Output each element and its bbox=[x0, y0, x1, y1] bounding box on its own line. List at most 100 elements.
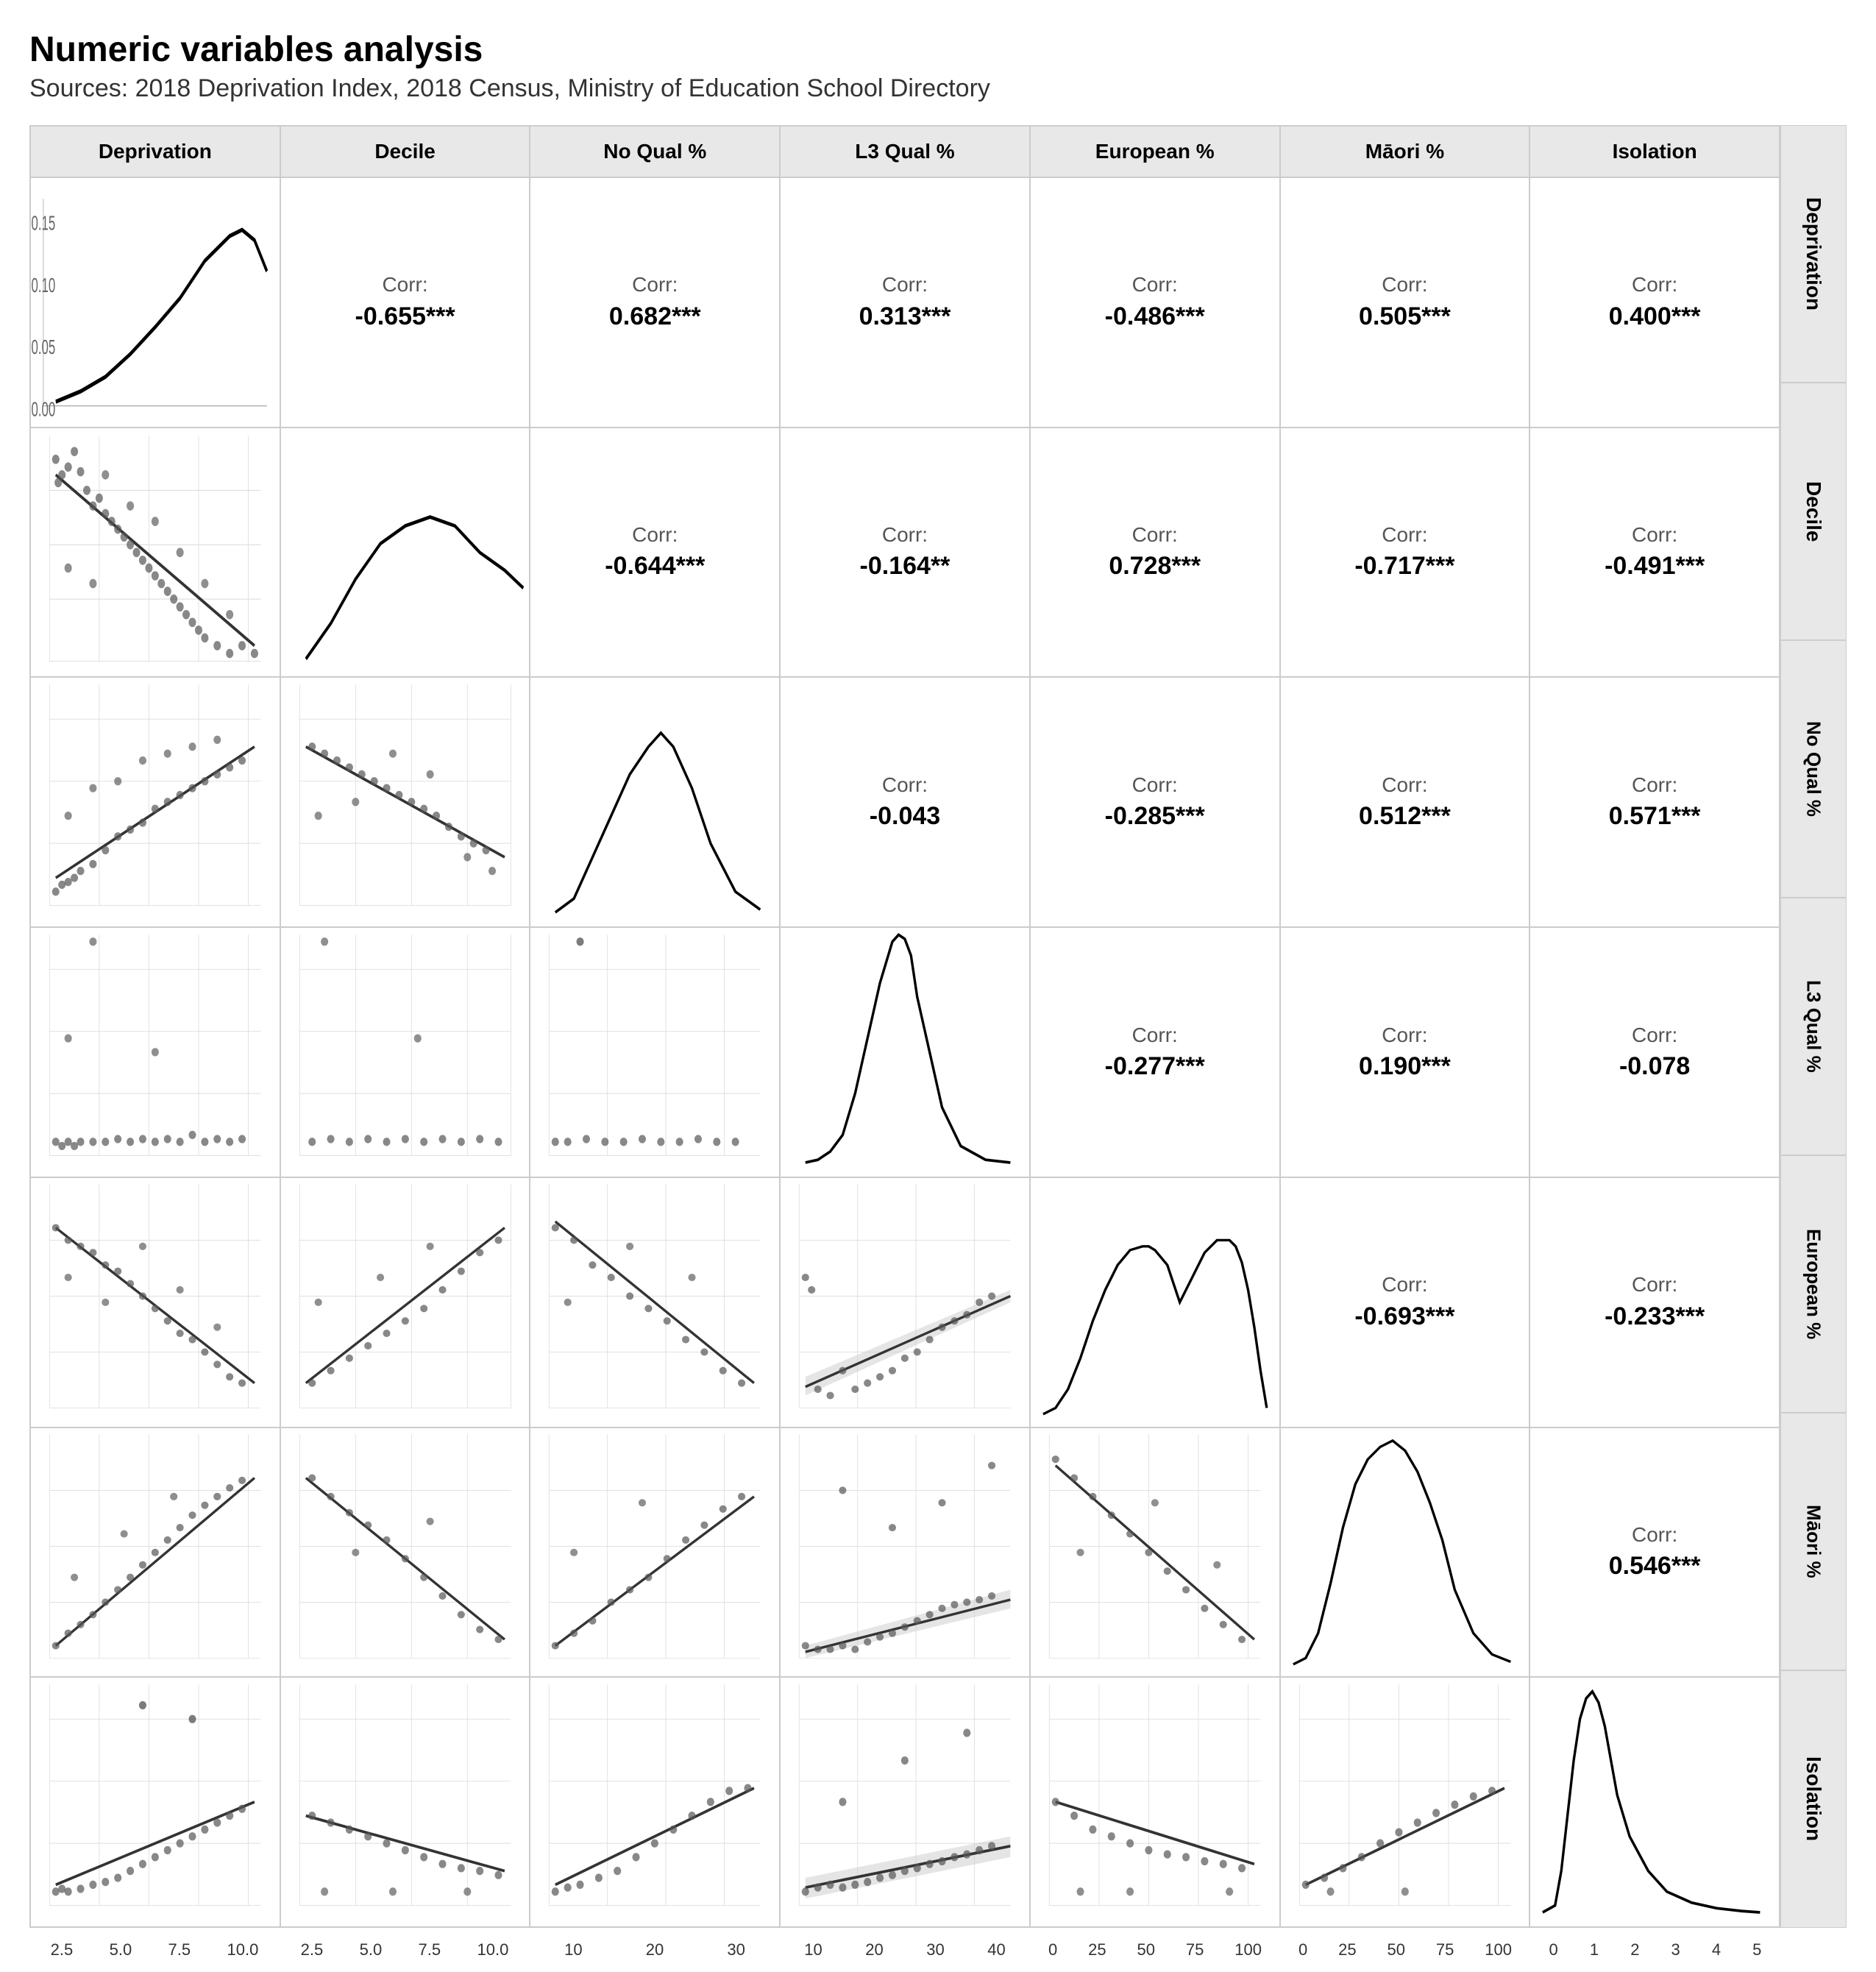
corr-r1c4: Corr: 0.313*** bbox=[859, 270, 951, 334]
row-label-right-6: Isolation bbox=[1780, 1670, 1847, 1928]
corr-r1c5-value: -0.486*** bbox=[1105, 299, 1205, 335]
cell-r2c1 bbox=[30, 428, 280, 678]
cell-r7c2 bbox=[280, 1677, 530, 1927]
x-axis-cell-3: 10 20 30 40 bbox=[780, 1928, 1030, 1972]
cell-r2c5: Corr: 0.728*** bbox=[1030, 428, 1280, 678]
x-axis-cell-5: 0 25 50 75 100 bbox=[1280, 1928, 1530, 1972]
cell-r5c6: Corr: -0.693*** bbox=[1280, 1177, 1530, 1427]
cell-r7c5 bbox=[1030, 1677, 1280, 1927]
page-title: Numeric variables analysis bbox=[29, 29, 1847, 70]
cell-r2c2 bbox=[280, 428, 530, 678]
svg-text:0.05: 0.05 bbox=[31, 336, 55, 359]
cell-r4c4 bbox=[780, 927, 1030, 1177]
corr-r1c7-label: Corr: bbox=[1632, 270, 1677, 299]
corr-r1c4-value: 0.313*** bbox=[859, 299, 951, 335]
col-header-2: No Qual % bbox=[530, 126, 780, 177]
cell-r6c7: Corr: 0.546*** bbox=[1529, 1427, 1780, 1678]
corr-r1c5-label: Corr: bbox=[1132, 270, 1178, 299]
x-axis-cell-6: 0 1 2 3 4 5 bbox=[1530, 1928, 1780, 1972]
x-axis-cell-0: 2.5 5.0 7.5 10.0 bbox=[29, 1928, 280, 1972]
col-header-0: Deprivation bbox=[30, 126, 280, 177]
corr-r1c2: Corr: -0.655*** bbox=[355, 270, 455, 334]
cell-r4c6: Corr: 0.190*** bbox=[1280, 927, 1530, 1177]
x-axis-cell-2: 10 20 30 bbox=[530, 1928, 780, 1972]
cell-r6c6 bbox=[1280, 1427, 1530, 1678]
cell-r3c5: Corr: -0.285*** bbox=[1030, 677, 1280, 927]
cell-r3c3 bbox=[530, 677, 780, 927]
cell-r7c1 bbox=[30, 1677, 280, 1927]
corr-r1c3-value: 0.682*** bbox=[609, 299, 701, 335]
corr-r1c6-label: Corr: bbox=[1382, 270, 1427, 299]
cell-r5c7: Corr: -0.233*** bbox=[1529, 1177, 1780, 1427]
cell-r1c6: Corr: 0.505*** bbox=[1280, 177, 1530, 428]
cell-r1c7: Corr: 0.400*** bbox=[1529, 177, 1780, 428]
svg-text:0.00: 0.00 bbox=[31, 397, 55, 421]
cell-r6c3 bbox=[530, 1427, 780, 1678]
corr-r1c3: Corr: 0.682*** bbox=[609, 270, 701, 334]
cell-r5c5 bbox=[1030, 1177, 1280, 1427]
cell-r5c4 bbox=[780, 1177, 1030, 1427]
page: Numeric variables analysis Sources: 2018… bbox=[0, 0, 1876, 1766]
row-label-right-5: Māori % bbox=[1780, 1413, 1847, 1670]
cell-r6c1 bbox=[30, 1427, 280, 1678]
cell-r7c7 bbox=[1529, 1677, 1780, 1927]
cell-r7c3 bbox=[530, 1677, 780, 1927]
col-header-6: Isolation bbox=[1529, 126, 1780, 177]
cell-r5c3 bbox=[530, 1177, 780, 1427]
cell-r2c4: Corr: -0.164** bbox=[780, 428, 1030, 678]
x-axis-cell-4: 0 25 50 75 100 bbox=[1030, 1928, 1280, 1972]
cell-r3c1 bbox=[30, 677, 280, 927]
col-header-3: L3 Qual % bbox=[780, 126, 1030, 177]
matrix-grid: Deprivation Decile No Qual % L3 Qual % E… bbox=[29, 125, 1780, 1928]
row-labels-right: Deprivation Decile No Qual % L3 Qual % E… bbox=[1780, 125, 1847, 1972]
col-header-4: European % bbox=[1030, 126, 1280, 177]
cell-r6c2 bbox=[280, 1427, 530, 1678]
cell-r1c5: Corr: -0.486*** bbox=[1030, 177, 1280, 428]
cell-r1c2: Corr: -0.655*** bbox=[280, 177, 530, 428]
cell-r1c3: Corr: 0.682*** bbox=[530, 177, 780, 428]
col-header-5: Māori % bbox=[1280, 126, 1530, 177]
page-subtitle: Sources: 2018 Deprivation Index, 2018 Ce… bbox=[29, 74, 1847, 103]
cell-r4c7: Corr: -0.078 bbox=[1529, 927, 1780, 1177]
corr-r1c7: Corr: 0.400*** bbox=[1609, 270, 1701, 334]
cell-r1c1: 0.00 0.05 0.10 0.15 bbox=[30, 177, 280, 428]
cell-r7c4 bbox=[780, 1677, 1030, 1927]
cell-r2c3: Corr: -0.644*** bbox=[530, 428, 780, 678]
cell-r3c6: Corr: 0.512*** bbox=[1280, 677, 1530, 927]
corr-r1c2-value: -0.655*** bbox=[355, 299, 455, 335]
corr-r1c6-value: 0.505*** bbox=[1359, 299, 1451, 335]
cell-r5c2 bbox=[280, 1177, 530, 1427]
cell-r4c5: Corr: -0.277*** bbox=[1030, 927, 1280, 1177]
cell-r4c1 bbox=[30, 927, 280, 1177]
cell-r2c7: Corr: -0.491*** bbox=[1529, 428, 1780, 678]
row-label-right-2: No Qual % bbox=[1780, 640, 1847, 898]
row-label-right-4: European % bbox=[1780, 1155, 1847, 1413]
cell-r3c2 bbox=[280, 677, 530, 927]
corr-r1c7-value: 0.400*** bbox=[1609, 299, 1701, 335]
corr-r1c2-label: Corr: bbox=[382, 270, 427, 299]
x-axis-labels: 2.5 5.0 7.5 10.0 2.5 5.0 7.5 10.0 10 20 … bbox=[29, 1928, 1780, 1972]
cell-r7c6 bbox=[1280, 1677, 1530, 1927]
main-grid-area: Deprivation Decile No Qual % L3 Qual % E… bbox=[29, 125, 1780, 1972]
col-header-1: Decile bbox=[280, 126, 530, 177]
x-axis-cell-1: 2.5 5.0 7.5 10.0 bbox=[280, 1928, 530, 1972]
cell-r3c7: Corr: 0.571*** bbox=[1529, 677, 1780, 927]
corr-r1c6: Corr: 0.505*** bbox=[1359, 270, 1451, 334]
cell-r6c5 bbox=[1030, 1427, 1280, 1678]
cell-r6c4 bbox=[780, 1427, 1030, 1678]
svg-text:0.15: 0.15 bbox=[31, 211, 55, 235]
cell-r1c4: Corr: 0.313*** bbox=[780, 177, 1030, 428]
row-label-right-0: Deprivation bbox=[1780, 125, 1847, 383]
cell-r4c3 bbox=[530, 927, 780, 1177]
corr-r1c4-label: Corr: bbox=[882, 270, 928, 299]
cell-r4c2 bbox=[280, 927, 530, 1177]
corr-r1c3-label: Corr: bbox=[632, 270, 678, 299]
cell-r5c1 bbox=[30, 1177, 280, 1427]
cell-r2c6: Corr: -0.717*** bbox=[1280, 428, 1530, 678]
corr-r1c5: Corr: -0.486*** bbox=[1105, 270, 1205, 334]
cell-r3c4: Corr: -0.043 bbox=[780, 677, 1030, 927]
svg-text:0.10: 0.10 bbox=[31, 273, 55, 297]
chart-area: Deprivation Decile No Qual % L3 Qual % E… bbox=[29, 125, 1847, 1972]
row-label-right-1: Decile bbox=[1780, 383, 1847, 640]
row-label-right-3: L3 Qual % bbox=[1780, 898, 1847, 1155]
